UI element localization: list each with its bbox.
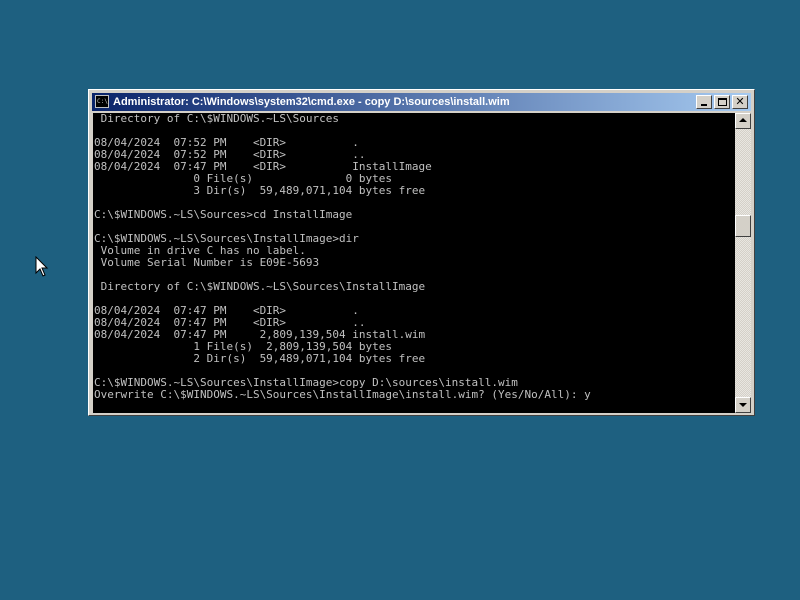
console-line: 2 Dir(s) 59,489,071,104 bytes free [94, 352, 426, 365]
console-line: Overwrite C:\$WINDOWS.~LS\Sources\Instal… [94, 388, 591, 401]
close-button[interactable]: ✕ [732, 95, 748, 109]
console-line: Directory of C:\$WINDOWS.~LS\Sources [94, 113, 340, 125]
desktop: C:\ Administrator: C:\Windows\system32\c… [0, 0, 800, 600]
maximize-button[interactable] [714, 95, 730, 109]
console-line: Volume Serial Number is E09E-5693 [94, 256, 320, 269]
window-title: Administrator: C:\Windows\system32\cmd.e… [113, 96, 510, 108]
title-bar[interactable]: C:\ Administrator: C:\Windows\system32\c… [92, 93, 751, 111]
console-text: Directory of C:\$WINDOWS.~LS\Sources 08/0… [93, 113, 735, 401]
console-line: 3 Dir(s) 59,489,071,104 bytes free [94, 184, 426, 197]
minimize-button[interactable] [696, 95, 712, 109]
scroll-down-button[interactable] [735, 397, 751, 413]
arrow-down-icon [739, 403, 747, 407]
mouse-pointer-icon [35, 256, 49, 277]
minimize-icon [701, 104, 707, 106]
vertical-scrollbar[interactable] [735, 113, 751, 413]
cmd-icon[interactable]: C:\ [95, 95, 109, 108]
maximize-icon [718, 98, 727, 106]
scroll-thumb[interactable] [735, 215, 751, 237]
arrow-up-icon [739, 118, 747, 122]
console-line: C:\$WINDOWS.~LS\Sources>cd InstallImage [94, 208, 353, 221]
console-line: Directory of C:\$WINDOWS.~LS\Sources\Ins… [94, 280, 426, 293]
close-icon: ✕ [735, 95, 745, 108]
scroll-up-button[interactable] [735, 113, 751, 129]
console-output[interactable]: Directory of C:\$WINDOWS.~LS\Sources 08/0… [93, 113, 735, 413]
cmd-window[interactable]: C:\ Administrator: C:\Windows\system32\c… [88, 89, 755, 416]
